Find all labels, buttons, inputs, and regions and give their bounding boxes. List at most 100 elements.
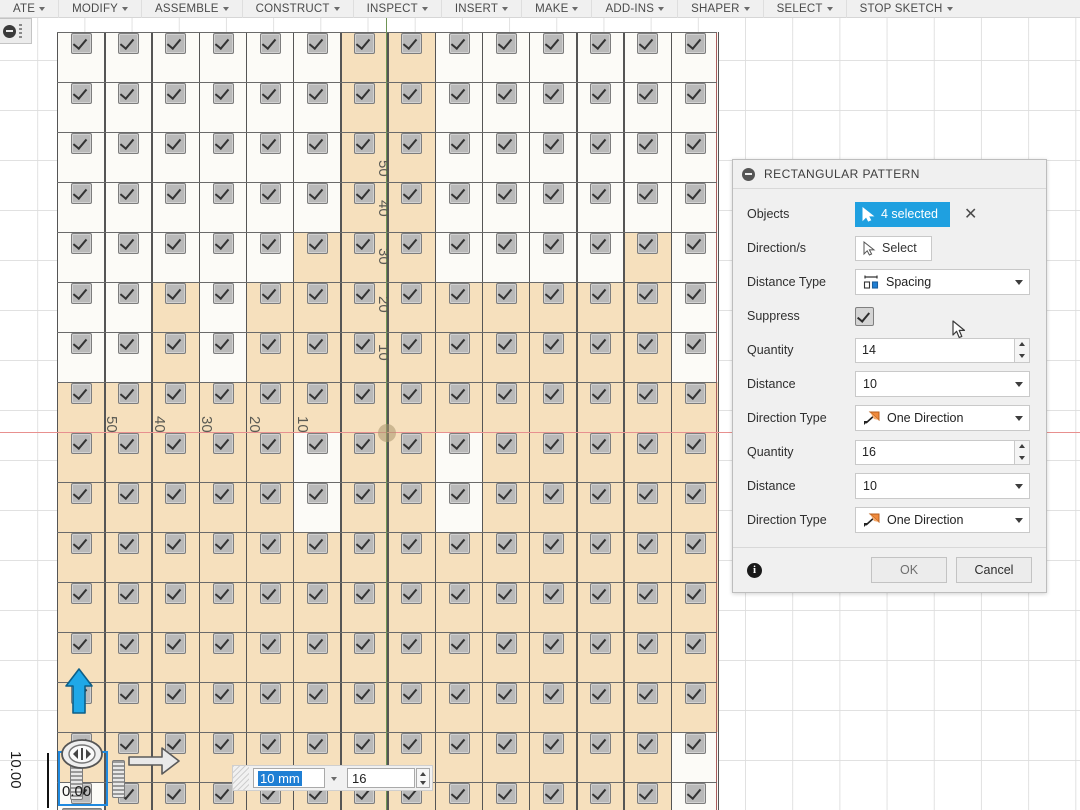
checkbox-checked-icon[interactable] bbox=[637, 333, 659, 354]
checkbox-checked-icon[interactable] bbox=[165, 283, 187, 304]
checkbox-checked-icon[interactable] bbox=[637, 433, 659, 454]
checkbox-checked-icon[interactable] bbox=[495, 583, 517, 604]
checkbox-checked-icon[interactable] bbox=[71, 433, 92, 454]
checkbox-checked-icon[interactable] bbox=[307, 233, 328, 254]
checkbox-checked-icon[interactable] bbox=[448, 233, 470, 254]
checkbox-checked-icon[interactable] bbox=[448, 483, 470, 504]
checkbox-checked-icon[interactable] bbox=[637, 683, 659, 704]
checkbox-checked-icon[interactable] bbox=[401, 483, 423, 504]
checkbox-checked-icon[interactable] bbox=[118, 283, 140, 304]
checkbox-checked-icon[interactable] bbox=[212, 183, 234, 204]
floating-value-input-bar[interactable]: 10 mm 16 bbox=[232, 765, 433, 791]
checkbox-checked-icon[interactable] bbox=[354, 83, 376, 104]
checkbox-checked-icon[interactable] bbox=[684, 383, 706, 404]
checkbox-checked-icon[interactable] bbox=[637, 733, 659, 754]
stepper-up-icon[interactable] bbox=[420, 771, 426, 776]
arrow-right-icon[interactable] bbox=[128, 746, 180, 776]
directions-select-button[interactable]: Select bbox=[855, 235, 932, 261]
objects-select-button[interactable]: 4 selected bbox=[855, 201, 950, 227]
checkbox-checked-icon[interactable] bbox=[259, 583, 281, 604]
stepper-down-icon[interactable] bbox=[420, 780, 426, 785]
checkbox-checked-icon[interactable] bbox=[259, 483, 281, 504]
checkbox-checked-icon[interactable] bbox=[165, 183, 187, 204]
checkbox-checked-icon[interactable] bbox=[307, 33, 328, 54]
checkbox-checked-icon[interactable] bbox=[259, 133, 281, 154]
checkbox-checked-icon[interactable] bbox=[401, 583, 423, 604]
checkbox-checked-icon[interactable] bbox=[212, 283, 234, 304]
checkbox-checked-icon[interactable] bbox=[259, 83, 281, 104]
checkbox-checked-icon[interactable] bbox=[637, 33, 659, 54]
checkbox-checked-icon[interactable] bbox=[590, 233, 612, 254]
checkbox-checked-icon[interactable] bbox=[71, 383, 92, 404]
checkbox-checked-icon[interactable] bbox=[495, 733, 517, 754]
vertical-dimension-label[interactable]: 10.00 bbox=[7, 751, 24, 789]
checkbox-checked-icon[interactable] bbox=[684, 283, 706, 304]
checkbox-checked-icon[interactable] bbox=[590, 733, 612, 754]
quantity-input[interactable]: 16 bbox=[347, 768, 415, 788]
checkbox-checked-icon[interactable] bbox=[401, 633, 423, 654]
checkbox-checked-icon[interactable] bbox=[401, 533, 423, 554]
checkbox-checked-icon[interactable] bbox=[401, 283, 423, 304]
checkbox-checked-icon[interactable] bbox=[401, 733, 423, 754]
checkbox-checked-icon[interactable] bbox=[448, 283, 470, 304]
checkbox-checked-icon[interactable] bbox=[71, 583, 92, 604]
checkbox-checked-icon[interactable] bbox=[590, 683, 612, 704]
checkbox-checked-icon[interactable] bbox=[401, 133, 423, 154]
checkbox-checked-icon[interactable] bbox=[118, 533, 140, 554]
checkbox-checked-icon[interactable] bbox=[259, 233, 281, 254]
checkbox-checked-icon[interactable] bbox=[118, 333, 140, 354]
checkbox-checked-icon[interactable] bbox=[684, 783, 706, 804]
distance-1-input[interactable]: 10 bbox=[855, 371, 1030, 397]
checkbox-checked-icon[interactable] bbox=[118, 683, 140, 704]
checkbox-checked-icon[interactable] bbox=[71, 33, 92, 54]
checkbox-checked-icon[interactable] bbox=[495, 333, 517, 354]
checkbox-checked-icon[interactable] bbox=[495, 83, 517, 104]
checkbox-checked-icon[interactable] bbox=[259, 333, 281, 354]
checkbox-checked-icon[interactable] bbox=[637, 633, 659, 654]
checkbox-checked-icon[interactable] bbox=[543, 583, 564, 604]
checkbox-checked-icon[interactable] bbox=[590, 433, 612, 454]
checkbox-checked-icon[interactable] bbox=[118, 33, 140, 54]
checkbox-checked-icon[interactable] bbox=[637, 83, 659, 104]
checkbox-checked-icon[interactable] bbox=[354, 383, 376, 404]
checkbox-checked-icon[interactable] bbox=[495, 433, 517, 454]
checkbox-checked-icon[interactable] bbox=[637, 533, 659, 554]
checkbox-checked-icon[interactable] bbox=[543, 233, 564, 254]
checkbox-checked-icon[interactable] bbox=[165, 33, 187, 54]
checkbox-checked-icon[interactable] bbox=[259, 633, 281, 654]
checkbox-checked-icon[interactable] bbox=[590, 533, 612, 554]
checkbox-checked-icon[interactable] bbox=[590, 483, 612, 504]
checkbox-checked-icon[interactable] bbox=[543, 783, 564, 804]
checkbox-checked-icon[interactable] bbox=[307, 733, 328, 754]
stepper-down-button[interactable] bbox=[1015, 350, 1029, 362]
checkbox-checked-icon[interactable] bbox=[212, 383, 234, 404]
checkbox-checked-icon[interactable] bbox=[165, 683, 187, 704]
checkbox-checked-icon[interactable] bbox=[165, 783, 187, 804]
checkbox-checked-icon[interactable] bbox=[448, 783, 470, 804]
checkbox-checked-icon[interactable] bbox=[307, 433, 328, 454]
checkbox-checked-icon[interactable] bbox=[307, 683, 328, 704]
checkbox-checked-icon[interactable] bbox=[354, 683, 376, 704]
checkbox-checked-icon[interactable] bbox=[590, 83, 612, 104]
menu-item-add-ins[interactable]: ADD-INS bbox=[592, 0, 679, 18]
checkbox-checked-icon[interactable] bbox=[637, 233, 659, 254]
checkbox-checked-icon[interactable] bbox=[118, 633, 140, 654]
checkbox-checked-icon[interactable] bbox=[307, 133, 328, 154]
checkbox-checked-icon[interactable] bbox=[495, 383, 517, 404]
checkbox-checked-icon[interactable] bbox=[448, 683, 470, 704]
checkbox-checked-icon[interactable] bbox=[448, 383, 470, 404]
menu-item-inspect[interactable]: INSPECT bbox=[354, 0, 442, 18]
checkbox-checked-icon[interactable] bbox=[307, 633, 328, 654]
checkbox-checked-icon[interactable] bbox=[354, 433, 376, 454]
checkbox-checked-icon[interactable] bbox=[543, 433, 564, 454]
menu-item-shaper[interactable]: SHAPER bbox=[678, 0, 764, 18]
checkbox-checked-icon[interactable] bbox=[543, 333, 564, 354]
checkbox-checked-icon[interactable] bbox=[590, 333, 612, 354]
checkbox-checked-icon[interactable] bbox=[354, 733, 376, 754]
checkbox-checked-icon[interactable] bbox=[543, 183, 564, 204]
checkbox-checked-icon[interactable] bbox=[543, 533, 564, 554]
checkbox-checked-icon[interactable] bbox=[354, 133, 376, 154]
checkbox-checked-icon[interactable] bbox=[495, 133, 517, 154]
collapse-panel-icon[interactable] bbox=[0, 18, 32, 44]
checkbox-checked-icon[interactable] bbox=[543, 483, 564, 504]
